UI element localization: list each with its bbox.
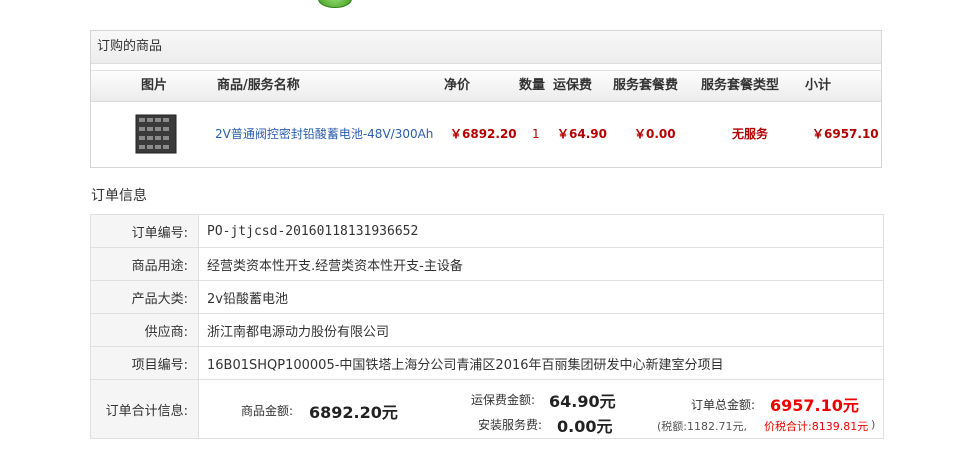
install-fee-value: 0.00元	[557, 417, 613, 436]
product-name-link[interactable]: 2V普通阀控密封铅酸蓄电池-48V/300Ah	[215, 101, 433, 167]
product-shipping: ￥64.90	[557, 127, 607, 141]
col-name: 商品/服务名称	[217, 78, 300, 93]
shipping-amount-value: 64.90元	[549, 392, 616, 411]
tax-total: 价税合计:8139.81元	[764, 420, 869, 433]
order-amount-value: 6957.10元	[770, 396, 859, 415]
table-row: 项目编号: 16B01SHQP100005-中国铁塔上海分公司青浦区2016年百…	[90, 346, 884, 380]
product-subtotal: ￥6957.10	[812, 127, 879, 141]
battery-product-image[interactable]	[135, 113, 177, 155]
table-row: 订单合计信息: 商品金额: 6892.20元 运保费金额: 64.90元 安装服…	[90, 379, 884, 439]
shipping-amount-label: 运保费金额:	[471, 393, 536, 407]
table-row: 商品用途: 经营类资本性开支.经营类资本性开支-主设备	[90, 247, 884, 281]
col-price: 净价	[444, 78, 471, 93]
order-total-label: 订单合计信息:	[90, 379, 199, 439]
goods-panel-title: 订购的商品	[91, 31, 881, 64]
table-row: 供应商: 浙江南都电源动力股份有限公司	[90, 313, 884, 347]
table-row: 订单编号: PO-jtjcsd-20160118131936652	[90, 214, 884, 248]
product-qty: 1	[532, 127, 540, 141]
supplier-value: 浙江南都电源动力股份有限公司	[198, 313, 884, 347]
order-amount-label: 订单总金额:	[691, 398, 756, 412]
table-row: 产品大类: 2v铅酸蓄电池	[90, 280, 884, 314]
col-qty: 数量	[519, 78, 546, 93]
supplier-label: 供应商:	[90, 313, 199, 347]
order-info-table: 订单编号: PO-jtjcsd-20160118131936652 商品用途: …	[90, 214, 884, 439]
usage-label: 商品用途:	[90, 247, 199, 281]
col-subtotal: 小计	[805, 78, 832, 93]
install-fee-label: 安装服务费:	[478, 418, 543, 432]
col-image: 图片	[141, 78, 168, 93]
col-service-fee: 服务套餐费	[613, 78, 679, 93]
category-label: 产品大类:	[90, 280, 199, 314]
ordered-goods-panel: 订购的商品 图片 商品/服务名称 净价 数量 运保费 服务套餐费 服务套餐类型 …	[90, 30, 882, 168]
table-row: 2V普通阀控密封铅酸蓄电池-48V/300Ah ￥6892.20 1 ￥64.9…	[91, 101, 881, 167]
category-value: 2v铅酸蓄电池	[198, 280, 884, 314]
order-total-cell: 商品金额: 6892.20元 运保费金额: 64.90元 安装服务费: 0.00…	[198, 379, 884, 439]
col-shipping: 运保费	[553, 78, 593, 93]
project-number-value: 16B01SHQP100005-中国铁塔上海分公司青浦区2016年百丽集团研发中…	[198, 346, 884, 380]
product-price: ￥6892.20	[450, 127, 517, 141]
status-badge	[318, 0, 352, 8]
goods-amount-value: 6892.20元	[309, 403, 398, 422]
tax-close: )	[871, 418, 876, 431]
goods-amount-label: 商品金额:	[241, 404, 294, 418]
usage-value: 经营类资本性开支.经营类资本性开支-主设备	[198, 247, 884, 281]
goods-table-header: 图片 商品/服务名称 净价 数量 运保费 服务套餐费 服务套餐类型 小计	[91, 70, 881, 102]
order-number-label: 订单编号:	[90, 214, 199, 248]
product-service-type: 无服务	[732, 127, 769, 141]
project-number-label: 项目编号:	[90, 346, 199, 380]
order-info-title: 订单信息	[91, 188, 147, 204]
col-service-type: 服务套餐类型	[701, 78, 780, 93]
tax-note: (税额:1182.71元,	[657, 420, 747, 433]
product-service-fee: ￥0.00	[634, 127, 676, 141]
order-number-value: PO-jtjcsd-20160118131936652	[198, 214, 884, 248]
